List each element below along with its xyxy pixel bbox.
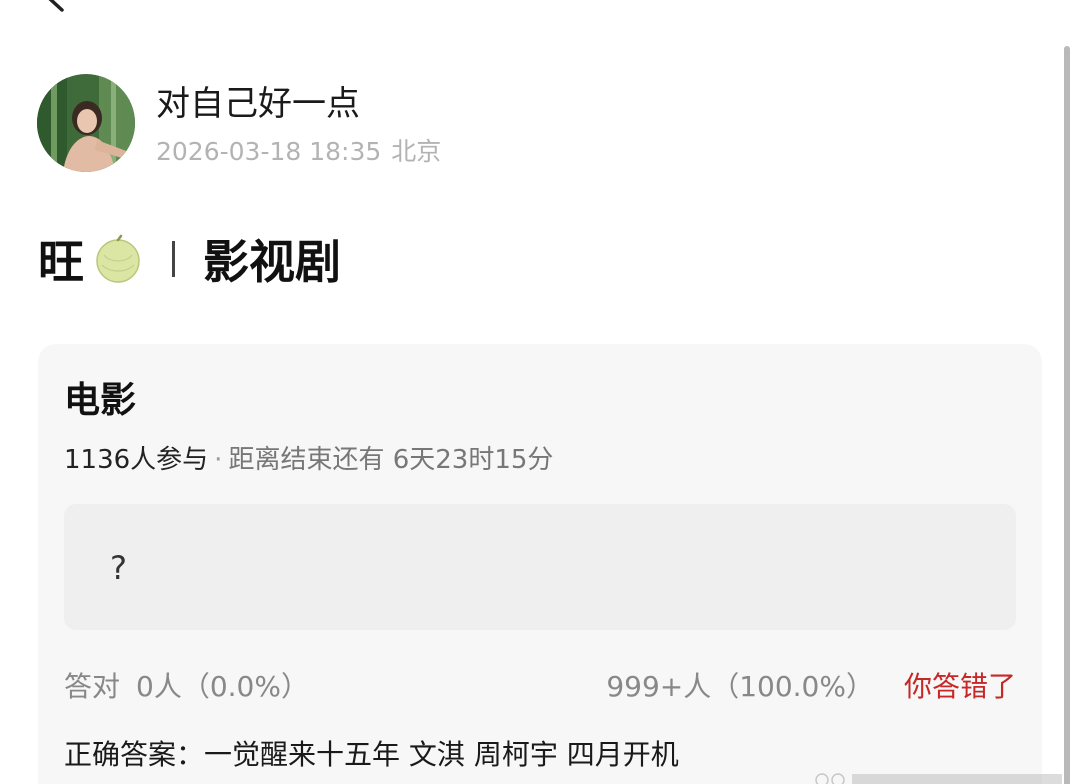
participant-count: 1136人参与 [64,445,209,475]
post-title: 旺 影视剧 [38,228,341,290]
post-meta: 2026-03-18 18:35 北京 [156,135,451,169]
post-detail-page: 对自己好一点 2026-03-18 18:35 北京 旺 影视剧 电影 1136人… [0,0,1080,784]
countdown: 距离结束还有 6天23时15分 [228,445,554,475]
avatar[interactable] [37,74,135,172]
user-result: 你答错了 [903,670,1016,703]
stats-separator: · [214,445,223,475]
answer-option[interactable]: ? [64,504,1016,630]
post-location: 北京 [391,137,442,166]
username[interactable]: 对自己好一点 [156,82,360,126]
quiz-title: 电影 [64,380,137,421]
correct-answer-label: 正确答案： [64,738,205,771]
scrollbar[interactable] [1064,46,1070,784]
title-separator [172,241,175,277]
quiz-stats: 1136人参与 · 距离结束还有 6天23时15分 [64,442,553,478]
melon-icon [96,234,140,283]
post-date: 2026-03-18 18:35 [156,137,382,166]
correct-label: 答对 [64,670,121,703]
result-row: 答对 0人（0.0%） 999+人（100.0%） 你答错了 [64,668,1016,706]
correct-stats: 答对 0人（0.0%） [64,668,309,706]
title-prefix: 旺 [38,235,84,289]
title-category: 影视剧 [203,235,341,289]
chevron-left-icon[interactable] [40,0,70,14]
correct-answer-value: 一觉醒来十五年 文淇 周柯宇 四月开机 [204,738,679,771]
correct-count: 0人（0.0%） [136,670,309,703]
answer-option-text: ? [110,549,127,587]
quiz-card: 电影 1136人参与 · 距离结束还有 6天23时15分 ? 答对 0人（0.0%） … [38,344,1042,784]
wrong-count: 999+人（100.0%） [606,670,874,703]
watermark-icon [815,773,1062,784]
correct-answer: 正确答案：一觉醒来十五年 文淇 周柯宇 四月开机 [64,736,679,774]
wrong-stats: 999+人（100.0%） 你答错了 [606,668,1016,706]
